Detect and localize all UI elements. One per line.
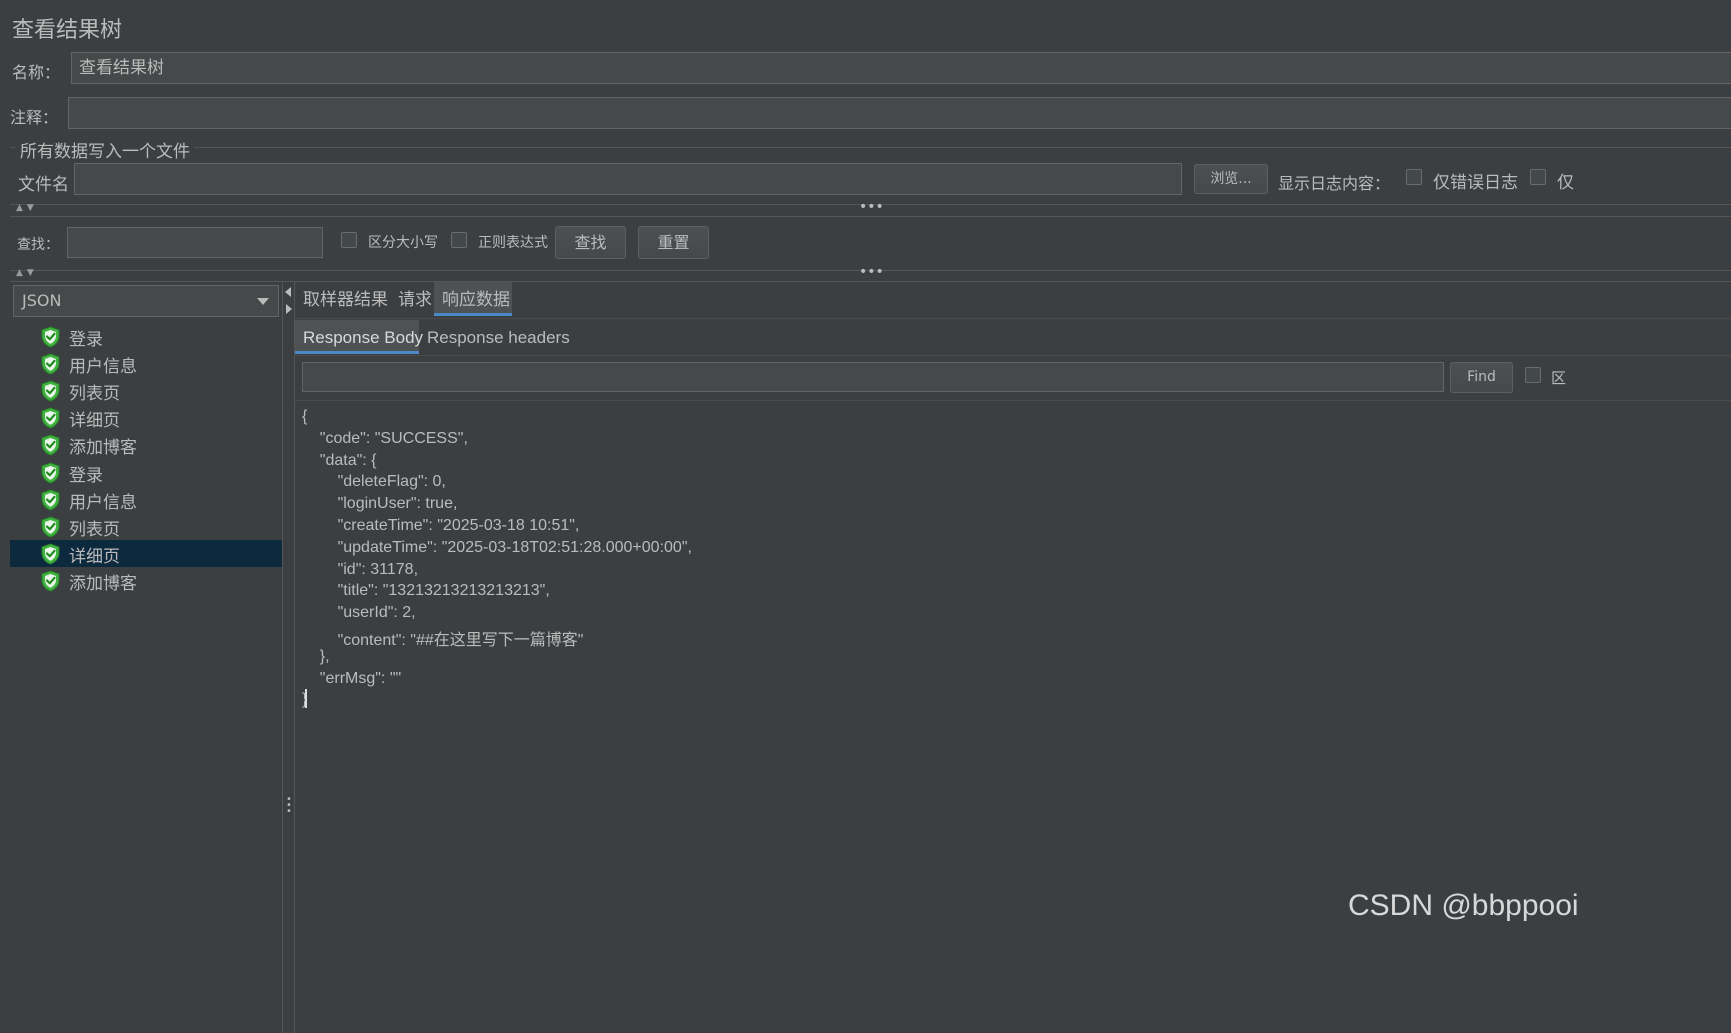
shield-check-icon [41,516,60,538]
tree-item-label: 添加博客 [69,573,137,594]
tree-item[interactable]: 用户信息 [10,350,283,377]
file-section-label: 所有数据写入一个文件 [16,137,194,162]
tab-response-1[interactable]: Response headers [427,320,570,354]
tab-result-1[interactable]: 请求 [398,282,432,316]
file-section-border [10,147,1731,148]
splitter-grip-icon-2[interactable]: ••• [859,264,884,280]
shield-check-icon [41,380,60,402]
tree-item[interactable]: 登录 [10,459,283,486]
body-search-border [295,400,1731,401]
response-line: "code": "SUCCESS", [302,429,468,447]
response-line: "content": "##在这里写下一篇博客" [302,632,584,649]
shield-check-icon [41,434,60,456]
expand-right-icon[interactable] [286,304,292,314]
response-line: "deleteFlag": 0, [302,473,446,491]
response-line: "userId": 2, [302,604,416,622]
search-label: 查找： [17,237,59,253]
response-line: { [302,408,308,425]
errors-only-label: 仅错误日志 [1433,173,1518,193]
tab-response-0[interactable]: Response Body [295,320,423,354]
shield-check-icon [41,461,60,484]
success-only-label: 仅 [1557,173,1574,193]
tree-item[interactable]: 列表页 [10,377,283,404]
tree-item-label: 用户信息 [69,492,137,513]
filename-label: 文件名 [18,175,69,195]
response-line: "data": { [302,451,377,469]
tree-item[interactable]: 详细页 [10,404,283,431]
name-label: 名称： [12,63,61,82]
vertical-grip-icon[interactable]: • • • [286,795,292,817]
body-case-checkbox[interactable] [1525,367,1541,383]
reset-button[interactable]: 重置 [638,226,709,259]
expand-left-icon[interactable] [285,287,291,297]
response-line: "loginUser": true, [302,495,458,513]
shield-check-icon [41,570,60,592]
response-line: "errMsg": "" [302,669,402,687]
tree-item-label: 登录 [69,465,103,486]
renderer-select-value: JSON [22,291,62,310]
tree-item[interactable]: 登录 [10,323,283,350]
success-only-checkbox[interactable] [1530,169,1546,185]
response-line: "title": "13213213213213213", [302,582,550,600]
chevron-down-icon [257,298,269,305]
tree-item[interactable]: 添加博客 [10,431,283,458]
vertical-splitter[interactable] [282,282,295,1033]
tree-item[interactable]: 用户信息 [10,486,283,513]
response-line: "id": 31178, [302,560,419,578]
shield-check-icon [41,407,60,429]
shield-check-icon [41,353,60,375]
panel-title: 查看结果树 [12,18,123,43]
result-tabs-border [295,318,1731,319]
splitter-line-2b [10,281,1731,282]
shield-check-icon [41,326,60,348]
log-display-label: 显示日志内容： [1278,174,1391,193]
response-line: "createTime": "2025-03-18 10:51", [302,517,580,534]
tab-result-2[interactable]: 响应数据 [434,282,512,316]
tree-item-label: 用户信息 [69,357,137,378]
tree-item-label: 登录 [69,330,103,350]
tree-item[interactable]: 详细页 [10,539,283,567]
response-line: }, [302,647,330,665]
tree-item-label: 详细页 [69,411,120,432]
tree-item[interactable]: 添加博客 [10,567,283,594]
text-caret [305,689,307,708]
regex-label: 正则表达式 [478,235,548,251]
tree-item[interactable]: 列表页 [10,513,283,540]
watermark: CSDN @bbppooi [1348,889,1579,922]
regex-checkbox[interactable] [451,232,467,248]
tab-result-0[interactable]: 取样器结果 [303,282,388,316]
find-button[interactable]: 查找 [555,226,626,259]
shield-check-icon [41,489,60,511]
tree-item-label: 列表页 [69,519,120,540]
collapse-arrows-2[interactable]: ▲▼ [16,268,38,278]
comment-field[interactable] [68,97,1731,129]
search-input[interactable] [67,227,323,258]
tree-item-label: 详细页 [69,546,120,567]
response-line: "updateTime": "2025-03-18T02:51:28.000+0… [302,538,692,556]
tree-item-label: 添加博客 [69,438,137,459]
response-tabs-border [295,355,1731,356]
shield-check-icon [41,543,60,565]
tree-item-label: 列表页 [69,384,120,405]
body-search-input[interactable] [302,362,1444,392]
renderer-select[interactable]: JSON [13,285,279,317]
browse-button[interactable]: 浏览... [1194,164,1268,194]
case-sensitive-label: 区分大小写 [368,235,438,251]
errors-only-checkbox[interactable] [1406,169,1422,185]
comment-label: 注释： [10,108,59,127]
body-case-label: 区 [1551,369,1567,387]
name-field[interactable]: 查看结果树 [71,52,1731,84]
splitter-line-bottom [10,216,1731,217]
collapse-arrows[interactable]: ▲▼ [16,203,38,213]
filename-field[interactable] [74,163,1182,195]
splitter-grip-icon[interactable]: ••• [859,199,884,215]
body-find-button[interactable]: Find [1450,362,1513,393]
case-sensitive-checkbox[interactable] [341,232,357,248]
